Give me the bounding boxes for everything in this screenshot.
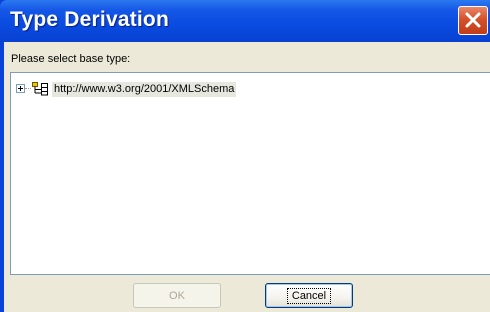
base-type-tree[interactable]: http://www.w3.org/2001/XMLSchema bbox=[10, 72, 490, 275]
tree-connector-line bbox=[25, 88, 31, 89]
cancel-button-label: Cancel bbox=[286, 287, 332, 304]
tree-item[interactable]: http://www.w3.org/2001/XMLSchema bbox=[16, 82, 436, 98]
dialog-client-area: Please select base type: http://www.w3.o… bbox=[4, 42, 490, 312]
select-base-type-label: Please select base type: bbox=[11, 53, 131, 65]
plus-expander-icon[interactable] bbox=[16, 84, 25, 93]
title-bar[interactable]: Type Derivation bbox=[0, 0, 490, 42]
schema-tree-icon bbox=[32, 82, 50, 101]
window-title: Type Derivation bbox=[10, 8, 169, 31]
dialog-window: Type Derivation Please select base type: bbox=[0, 0, 490, 312]
tree-item-label[interactable]: http://www.w3.org/2001/XMLSchema bbox=[52, 82, 237, 97]
ok-button[interactable]: OK bbox=[133, 283, 221, 308]
cancel-button[interactable]: Cancel bbox=[265, 283, 353, 308]
ok-button-label: OK bbox=[169, 289, 185, 302]
close-icon bbox=[465, 12, 481, 28]
close-button[interactable] bbox=[458, 6, 488, 35]
